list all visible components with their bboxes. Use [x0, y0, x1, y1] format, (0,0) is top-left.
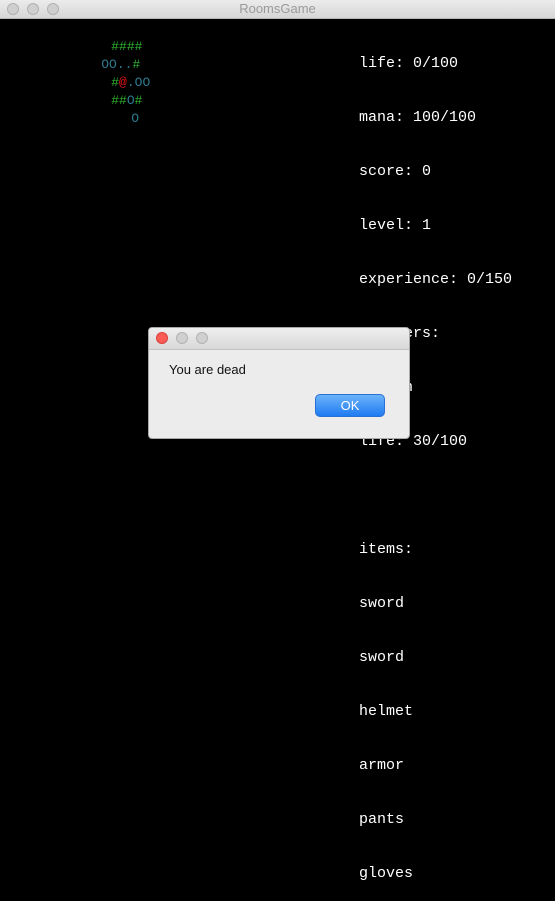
dialog-message: You are dead: [169, 362, 246, 377]
inventory-item: armor: [359, 757, 405, 774]
player-score: score: 0: [359, 163, 432, 180]
window-title: RoomsGame: [239, 1, 316, 16]
window-titlebar: RoomsGame: [0, 0, 555, 19]
map-row: #@.OO: [80, 56, 150, 90]
dialog-titlebar: [149, 328, 409, 350]
map-row: O: [100, 92, 139, 126]
inventory-item: helmet: [359, 703, 414, 720]
player-mana: mana: 100/100: [359, 109, 477, 126]
map-row: OO..#: [70, 38, 140, 72]
dialog-zoom-button[interactable]: [196, 332, 208, 344]
map-tile: O: [131, 111, 140, 126]
stats-panel: life: 0/100 mana: 100/100 score: 0 level…: [359, 19, 512, 901]
dialog-minimize-button[interactable]: [176, 332, 188, 344]
player-life: life: 0/100: [359, 55, 459, 72]
player-level: level: 1: [359, 217, 432, 234]
items-header: items:: [359, 541, 414, 558]
inventory-item: sword: [359, 649, 405, 666]
dialog-close-button[interactable]: [156, 332, 168, 344]
map-row: ####: [80, 20, 142, 54]
player-experience: experience: 0/150: [359, 271, 513, 288]
inventory-item: gloves: [359, 865, 414, 882]
inventory-item: sword: [359, 595, 405, 612]
map-row: ##O#: [80, 74, 142, 108]
ok-button[interactable]: OK: [315, 394, 385, 417]
death-dialog: You are dead OK: [148, 327, 410, 439]
inventory-item: pants: [359, 811, 405, 828]
